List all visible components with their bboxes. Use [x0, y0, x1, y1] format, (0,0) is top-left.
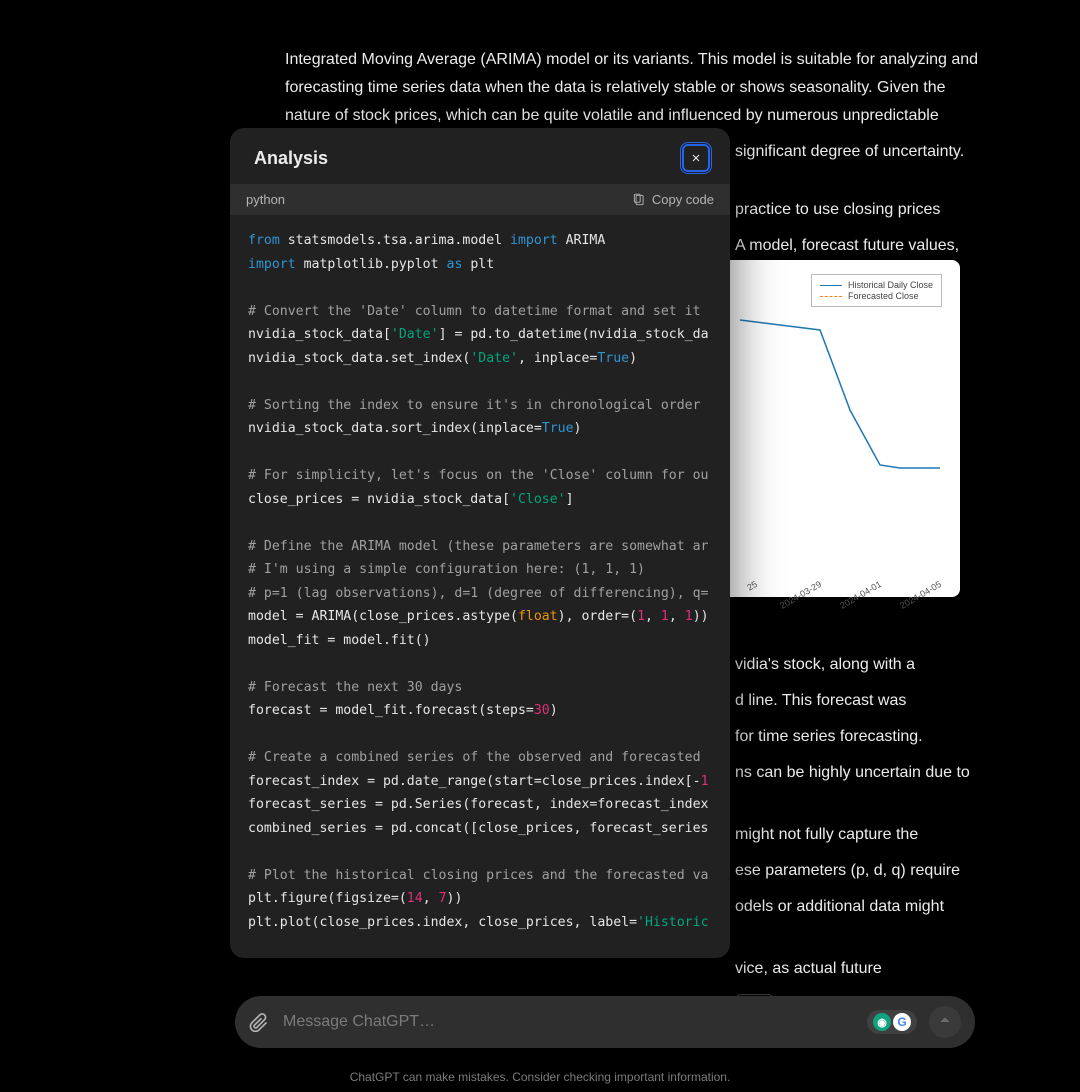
- copy-code-label: Copy code: [652, 192, 714, 207]
- chart-x-tick: 25: [745, 579, 759, 593]
- chart-line-fragment: [740, 290, 940, 530]
- code-block: from statsmodels.tsa.arima.model import …: [230, 215, 730, 948]
- paragraph: Integrated Moving Average (ARIMA) model …: [230, 46, 1050, 130]
- close-button[interactable]: [682, 144, 710, 172]
- modal-header: Analysis: [230, 128, 730, 184]
- message-input[interactable]: [281, 1012, 855, 1032]
- paragraph-fragment: vice, as actual future: [230, 955, 1050, 983]
- code-scroll[interactable]: from statsmodels.tsa.arima.model import …: [230, 215, 730, 958]
- legend-item: Historical Daily Close: [820, 280, 933, 290]
- code-toolbar: python Copy code: [230, 184, 730, 215]
- arrow-up-icon: [937, 1014, 953, 1030]
- analysis-modal: Analysis python Copy code from statsmode…: [230, 128, 730, 958]
- code-language-label: python: [246, 192, 285, 207]
- modal-title: Analysis: [254, 148, 328, 169]
- send-button[interactable]: [929, 1006, 961, 1038]
- clipboard-icon: [632, 193, 646, 207]
- attach-button[interactable]: [249, 1012, 269, 1032]
- copy-code-button[interactable]: Copy code: [632, 192, 714, 207]
- composer-area: ◉ G: [235, 996, 975, 1048]
- paperclip-icon: [249, 1012, 269, 1032]
- close-icon: [690, 149, 702, 167]
- plugin-icon: G: [893, 1013, 911, 1031]
- plugin-chip[interactable]: ◉ G: [867, 1010, 917, 1034]
- legend-label: Historical Daily Close: [848, 280, 933, 290]
- disclaimer-text: ChatGPT can make mistakes. Consider chec…: [0, 1070, 1080, 1084]
- plugin-icon: ◉: [873, 1013, 891, 1031]
- composer: ◉ G: [235, 996, 975, 1048]
- legend-swatch-solid: [820, 285, 842, 286]
